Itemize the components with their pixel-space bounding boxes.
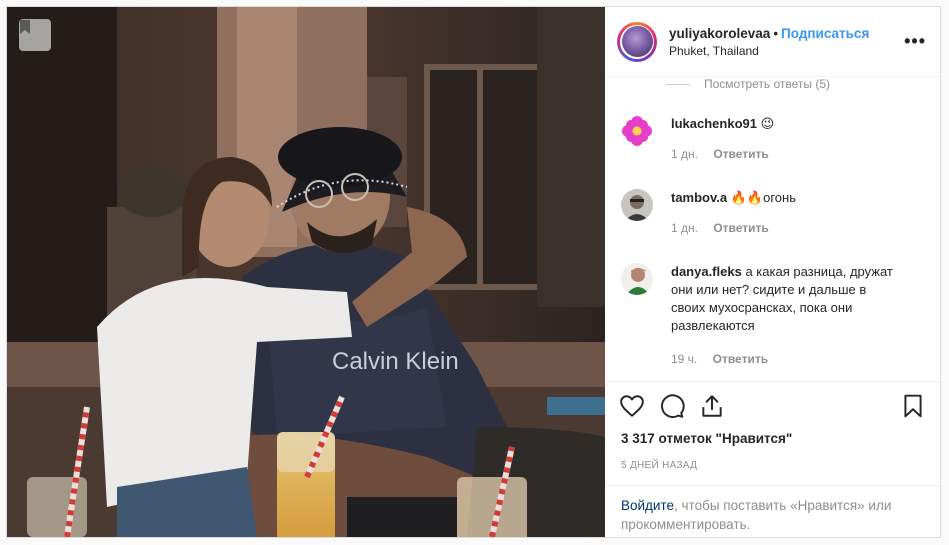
comment-username[interactable]: lukachenko91 (671, 116, 757, 131)
author-avatar[interactable] (617, 21, 657, 62)
comment-item: lukachenko91 😉 1 дн. Ответить (621, 115, 926, 163)
action-bar (605, 381, 940, 429)
view-replies-label: Посмотреть ответы (5) (704, 77, 831, 91)
header-line: yuliyakorolevaa • Подписаться (669, 25, 904, 42)
comment-time[interactable]: 19 ч. (671, 352, 697, 366)
comment-body: danya.fleks а какая разница, дружат они … (671, 263, 901, 368)
comment-body: tambov.a 🔥🔥огонь 1 дн. Ответить (671, 189, 796, 237)
reply-button[interactable]: Ответить (713, 352, 768, 366)
follow-button[interactable]: Подписаться (781, 26, 869, 41)
comment-text: 🔥🔥огонь (730, 190, 796, 205)
author-username[interactable]: yuliyakorolevaa (669, 26, 770, 41)
posted-time[interactable]: 5 ДНЕЙ НАЗАД (605, 460, 940, 471)
header-separator: • (773, 26, 779, 41)
post-header: yuliyakorolevaa • Подписаться Phuket, Thai… (605, 7, 940, 77)
comment-body: lukachenko91 😉 1 дн. Ответить (671, 115, 774, 163)
comment-meta: 19 ч. Ответить (671, 350, 901, 368)
comment-meta: 1 дн. Ответить (671, 219, 796, 237)
comment-time[interactable]: 1 дн. (671, 221, 698, 235)
share-icon[interactable] (699, 393, 725, 419)
header-text: yuliyakorolevaa • Подписаться Phuket, Thai… (669, 25, 904, 58)
avatar-image (621, 26, 653, 57)
person-avatar-icon (621, 263, 653, 295)
comment-meta: 1 дн. Ответить (671, 145, 774, 163)
bookmark-badge-icon (20, 20, 30, 34)
bookmark-icon[interactable] (900, 393, 926, 419)
reply-button[interactable]: Ответить (713, 221, 768, 235)
reply-button[interactable]: Ответить (713, 147, 768, 161)
heart-icon[interactable] (619, 393, 645, 419)
post-location[interactable]: Phuket, Thailand (669, 44, 904, 58)
comment-item: tambov.a 🔥🔥огонь 1 дн. Ответить (621, 189, 926, 237)
comments-list[interactable]: Посмотреть ответы (5) lukachenko91 😉 1 д… (605, 77, 940, 381)
comment-text-line: lukachenko91 😉 (671, 115, 774, 133)
comment-username[interactable]: danya.fleks (671, 264, 742, 279)
comment-text: 😉 (760, 116, 775, 131)
person-avatar-icon (621, 189, 653, 221)
comment-item: danya.fleks а какая разница, дружат они … (621, 263, 926, 368)
login-prompt: Войдите, чтобы поставить «Нравится» или … (605, 485, 940, 537)
comment-icon[interactable] (659, 393, 685, 419)
post-photo[interactable]: Calvin Klein (7, 7, 605, 537)
likes-count[interactable]: 3 317 отметок "Нравится" (605, 431, 940, 446)
collection-badge[interactable] (19, 19, 51, 51)
view-replies[interactable]: Посмотреть ответы (5) (621, 77, 926, 91)
comment-time[interactable]: 1 дн. (671, 147, 698, 161)
flower-avatar-icon (621, 115, 653, 147)
comment-avatar[interactable] (621, 189, 653, 221)
instagram-post: Calvin Klein yuliyakorolevaa • Подписать… (6, 6, 941, 538)
comment-username[interactable]: tambov.a (671, 190, 727, 205)
photo-scene: Calvin Klein (7, 7, 605, 537)
post-sidebar: yuliyakorolevaa • Подписаться Phuket, Thai… (605, 7, 940, 537)
comment-text-line: danya.fleks а какая разница, дружат они … (671, 263, 901, 335)
comment-avatar[interactable] (621, 115, 653, 147)
replies-line (666, 83, 690, 85)
avatar-inner (620, 24, 654, 59)
comment-avatar[interactable] (621, 263, 653, 295)
shirt-logo: Calvin Klein (332, 348, 459, 375)
login-link[interactable]: Войдите (621, 498, 674, 513)
more-options-icon[interactable]: ••• (904, 31, 926, 52)
comment-text-line: tambov.a 🔥🔥огонь (671, 189, 796, 207)
